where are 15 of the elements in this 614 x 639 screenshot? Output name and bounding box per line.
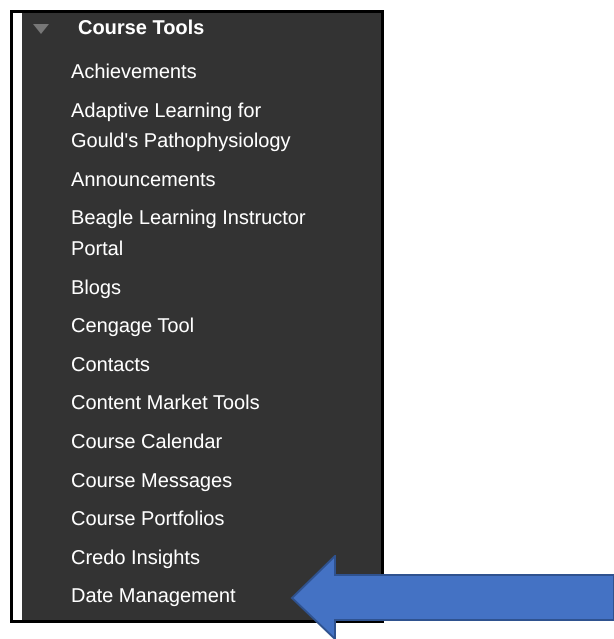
menu-link[interactable]: Date Management xyxy=(71,577,236,616)
menu-link[interactable]: Beagle Learning Instructor Portal xyxy=(71,199,321,269)
menu-link[interactable]: Course Calendar xyxy=(71,422,222,462)
menu-link[interactable]: Contacts xyxy=(71,346,150,384)
menu-link[interactable]: Achievements xyxy=(71,53,197,92)
menu-link[interactable]: Announcements xyxy=(71,160,216,200)
menu-link[interactable]: Content Market Tools xyxy=(71,384,260,423)
menu-link[interactable]: Cengage Tool xyxy=(71,307,194,346)
section-title[interactable]: Course Tools xyxy=(78,13,204,44)
menu-link[interactable]: Credo Insights xyxy=(71,538,200,578)
menu-link[interactable]: Adaptive Learning for Gould's Pathophysiology xyxy=(71,92,321,161)
menu-link[interactable]: Course Messages xyxy=(71,462,232,500)
menu-link[interactable]: Blogs xyxy=(71,268,122,308)
menu-link[interactable]: Course Portfolios xyxy=(71,500,224,539)
caret-icon[interactable] xyxy=(33,24,49,34)
